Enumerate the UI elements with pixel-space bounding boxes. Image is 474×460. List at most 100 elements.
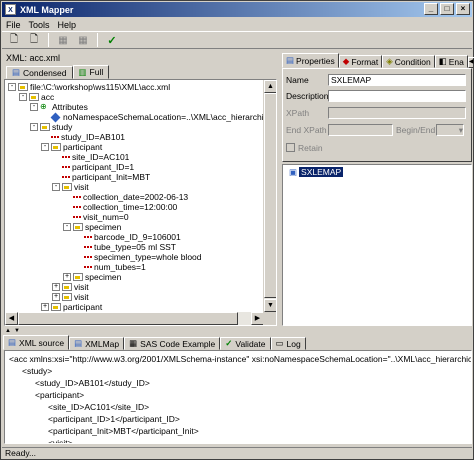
tab-scroll-left-icon[interactable]: ◀ [467,57,474,68]
map-outline-view[interactable]: ▣ SXLEMAP [282,164,472,326]
element-icon [51,303,61,311]
tab-condition[interactable]: ◈ Condition [382,55,435,68]
tree-node[interactable]: collection_time=12:00:00 [63,202,177,212]
open-xml-button[interactable]: 🗋 [6,33,22,47]
tree-node[interactable]: barcode_ID_9=106001 [74,232,181,242]
collapse-down-icon[interactable]: ▼ [14,328,20,334]
menu-help[interactable]: Help [58,20,77,30]
expand-icon[interactable]: + [41,303,49,311]
tree-node[interactable]: site_ID=AC101 [52,152,129,162]
end-xpath-field [328,123,393,136]
map-outline-item[interactable]: ▣ SXLEMAP [289,167,344,177]
description-field[interactable] [328,89,466,102]
expand-icon[interactable]: + [52,293,60,301]
minimize-button[interactable]: _ [424,3,438,15]
collapse-icon[interactable]: - [63,223,71,231]
tree-node[interactable]: tube_type=05 ml SST [74,242,176,252]
tab-xml-source[interactable]: ▤ XML source [3,335,70,350]
format-icon: ◆ [342,56,350,66]
tab-log[interactable]: ▭ Log [270,337,306,350]
source-line: <participant_Init>MBT</participant_Init> [48,426,199,436]
tab-full[interactable]: ▥ Full [72,65,110,79]
tree-node[interactable]: visit_num=0 [63,212,129,222]
attribute-leaf-icon [62,166,70,168]
tab-validate[interactable]: ✓ Validate [220,337,271,350]
ena-icon: ◧ [438,56,447,66]
pane-splitter[interactable]: ▲ ▼ [2,327,472,335]
tab-sas-code-example[interactable]: ▦ SAS Code Example [124,337,221,350]
tree-node[interactable]: - specimen [63,222,121,232]
tree-node[interactable]: - visit [52,182,89,192]
tree-node[interactable]: - participant [41,142,102,152]
tree-node[interactable]: noNamespaceSchemaLocation=..\XML\acc_hie… [41,112,264,122]
xml-tree-view[interactable]: - file:\C:\workshop\ws115\XML\acc.xml - acc… [4,79,277,326]
attribute-leaf-icon [84,256,92,258]
tree-node[interactable]: participant_ID=1 [52,162,134,172]
tab-xmlmap[interactable]: ▤ XMLMap [69,337,125,350]
tab-format[interactable]: ◆ Format [338,55,383,68]
expand-icon[interactable]: + [52,283,60,291]
collapse-icon[interactable]: - [41,143,49,151]
validate-check-icon: ✓ [225,338,233,348]
condensed-icon: ▤ [12,67,21,77]
retain-label: Retain [298,142,323,153]
tree-node-label: study [52,122,73,132]
tree-node[interactable]: - ⊕ Attributes [30,102,88,112]
tree-node[interactable]: - acc [19,92,54,102]
app-icon: X [5,4,16,15]
collapse-icon[interactable]: - [8,83,16,91]
menu-file[interactable]: File [6,20,21,30]
tree-node-label: specimen [85,272,122,282]
tree-vertical-scrollbar[interactable]: ▲ ▼ [263,80,276,312]
tree-node[interactable]: collection_date=2002-06-13 [63,192,188,202]
tree-node-label: collection_date=2002-06-13 [83,192,189,202]
collapse-icon[interactable]: - [52,183,60,191]
tree-node[interactable]: - file:\C:\workshop\ws115\XML\acc.xml [8,82,170,92]
source-line: <participant> [35,390,85,400]
attribute-value-icon [50,112,61,122]
maximize-button[interactable]: □ [440,3,454,15]
tree-node[interactable]: + specimen [63,272,121,282]
tree-node-label: barcode_ID_9=106001 [94,232,181,242]
tree-node[interactable]: + visit [52,282,89,292]
tree-node-label: num_tubes=1 [94,262,146,272]
attribute-leaf-icon [62,156,70,158]
collapse-icon[interactable]: - [19,93,27,101]
horizontal-scroll-thumb[interactable] [18,312,238,325]
title-bar[interactable]: X XML Mapper _ □ × [2,2,472,17]
scroll-left-icon[interactable]: ◀ [5,312,18,325]
scroll-down-icon[interactable]: ▼ [264,299,276,312]
tree-node[interactable]: + visit [52,292,89,302]
tree-horizontal-scrollbar[interactable]: ◀ ▶ [5,312,264,325]
collapse-up-icon[interactable]: ▲ [5,328,11,334]
validate-button[interactable]: ✓ [104,33,120,47]
tree-node-label: specimen [85,222,122,232]
vertical-scroll-thumb[interactable] [264,93,276,298]
tree-node[interactable]: study_ID=AB101 [41,132,125,142]
open-map-button[interactable]: 🗋 [26,33,42,47]
xml-source-view[interactable]: <acc xmlns:xsi="http://www.w3.org/2001/X… [4,350,472,444]
tree-node[interactable]: specimen_type=whole blood [74,252,202,262]
window-title: XML Mapper [20,4,74,15]
menu-tools[interactable]: Tools [29,20,50,30]
attribute-leaf-icon [73,216,81,218]
tree-node[interactable]: + participant [41,302,102,312]
close-button[interactable]: × [456,3,470,15]
tab-properties[interactable]: ▤ Properties [282,53,339,68]
collapse-icon[interactable]: - [30,103,38,111]
tree-node[interactable]: - study [30,122,72,132]
app-window: X XML Mapper _ □ × File Tools Help 🗋 🗋 ▦ ▦ ✓… [0,0,474,460]
tab-ena[interactable]: ◧ Ena [434,55,468,68]
scroll-up-icon[interactable]: ▲ [264,80,276,93]
attribute-leaf-icon [73,206,81,208]
attribute-leaf-icon [51,136,59,138]
collapse-icon[interactable]: - [30,123,38,131]
tree-node[interactable]: participant_Init=MBT [52,172,150,182]
tree-node[interactable]: num_tubes=1 [74,262,146,272]
tree-node-label: visit [74,182,89,192]
name-field[interactable]: SXLEMAP [328,73,466,86]
expand-icon[interactable]: + [63,273,71,281]
tree-node-label: acc [41,92,55,102]
xmlmap-icon: ▤ [74,338,83,348]
tab-condensed[interactable]: ▤ Condensed [6,66,73,79]
